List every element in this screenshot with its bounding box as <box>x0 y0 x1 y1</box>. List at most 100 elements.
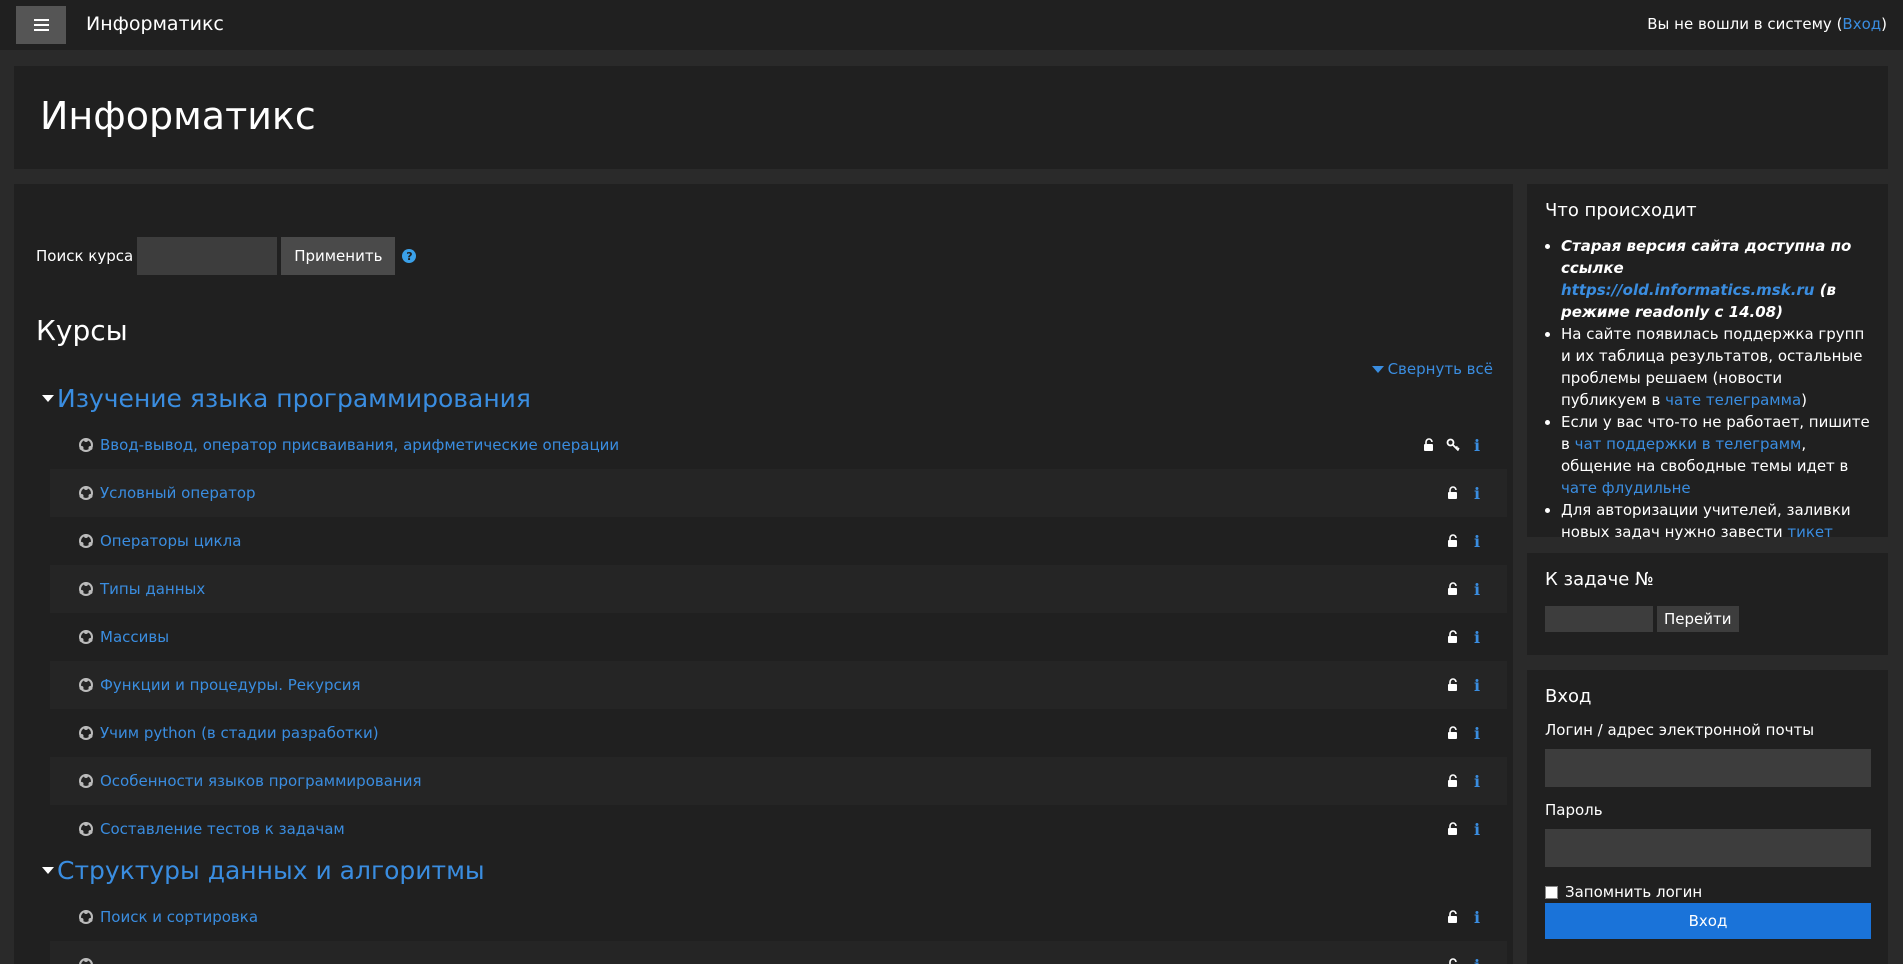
collapse-all-link[interactable]: Свернуть всё <box>1371 360 1493 378</box>
course-search-input[interactable] <box>137 237 278 275</box>
unlock-icon <box>1445 581 1461 597</box>
unlock-icon <box>1445 773 1461 789</box>
course-row: Поиск и сортировка i <box>50 893 1507 941</box>
news-item: Если у вас что-то не работает, пишите в … <box>1561 411 1870 499</box>
login-status-prefix: Вы не вошли в систему ( <box>1647 15 1843 33</box>
navbar-login-link[interactable]: Вход <box>1842 15 1881 33</box>
goto-problem-block: К задаче № Перейти <box>1527 553 1888 655</box>
support-chat-link[interactable]: чат поддержки в телеграмм <box>1575 435 1802 453</box>
login-title: Вход <box>1545 686 1592 707</box>
key-icon <box>1445 437 1461 453</box>
course-link[interactable]: Учим python (в стадии разработки) <box>100 724 1437 742</box>
course-row: Операторы цикла i <box>50 517 1507 565</box>
page-title: Информатикс <box>40 94 316 138</box>
course-link[interactable]: Условный оператор <box>100 484 1437 502</box>
course-access-icons: i <box>1413 436 1485 455</box>
course-icon <box>79 534 93 548</box>
problem-number-input[interactable] <box>1545 606 1653 632</box>
unlock-icon <box>1445 957 1461 964</box>
apply-search-button[interactable]: Применить <box>281 237 396 275</box>
info-icon[interactable]: i <box>1469 820 1485 839</box>
news-list: Старая версия сайта доступна по ссылке h… <box>1545 235 1870 543</box>
hamburger-icon <box>33 19 49 31</box>
remember-login: Запомнить логин <box>1545 883 1870 901</box>
collapse-all-label: Свернуть всё <box>1387 360 1493 378</box>
goto-title: К задаче № <box>1545 569 1654 590</box>
category-header[interactable]: Структуры данных и алгоритмы <box>36 856 485 885</box>
course-link[interactable]: Особенности языков программирования <box>100 772 1437 790</box>
course-icon <box>79 958 93 964</box>
course-access-icons: i <box>1437 956 1485 964</box>
login-status-suffix: ) <box>1881 15 1887 33</box>
caret-down-icon[interactable] <box>42 395 54 402</box>
unlock-icon <box>1445 677 1461 693</box>
info-icon[interactable]: i <box>1469 580 1485 599</box>
course-link[interactable]: Ввод-вывод, оператор присваивания, арифм… <box>100 436 1413 454</box>
info-icon[interactable]: i <box>1469 724 1485 743</box>
info-icon[interactable]: i <box>1469 676 1485 695</box>
info-icon[interactable]: i <box>1469 772 1485 791</box>
category-link[interactable]: Структуры данных и алгоритмы <box>57 856 485 885</box>
flood-chat-link[interactable]: чате флудильне <box>1561 479 1691 497</box>
site-brand[interactable]: Информатикс <box>86 13 224 35</box>
course-link[interactable]: Типы данных <box>100 580 1437 598</box>
course-access-icons: i <box>1437 908 1485 927</box>
course-access-icons: i <box>1437 820 1485 839</box>
course-link[interactable]: Поиск и сортировка <box>100 908 1437 926</box>
course-icon <box>79 910 93 924</box>
course-icon <box>79 486 93 500</box>
unlock-icon <box>1445 821 1461 837</box>
ticket-link[interactable]: тикет <box>1787 523 1833 541</box>
news-item: Старая версия сайта доступна по ссылке h… <box>1561 235 1870 323</box>
course-row: Массивы i <box>50 613 1507 661</box>
news-item: Для авторизации учителей, заливки новых … <box>1561 499 1870 543</box>
username-field[interactable] <box>1545 749 1871 787</box>
login-submit-button[interactable]: Вход <box>1545 903 1871 939</box>
unlock-icon <box>1445 909 1461 925</box>
unlock-icon <box>1445 725 1461 741</box>
course-icon <box>79 582 93 596</box>
course-link[interactable]: Массивы <box>100 628 1437 646</box>
username-label: Логин / адрес электронной почты <box>1545 721 1815 739</box>
info-icon[interactable]: i <box>1469 628 1485 647</box>
info-icon[interactable]: i <box>1469 908 1485 927</box>
info-icon[interactable]: i <box>1469 436 1485 455</box>
news-item-text: Старая версия сайта доступна по ссылке <box>1561 237 1852 277</box>
caret-down-icon[interactable] <box>42 867 54 874</box>
remember-checkbox[interactable] <box>1545 885 1558 899</box>
hamburger-menu-button[interactable] <box>16 6 66 44</box>
course-link[interactable]: Функции и процедуры. Рекурсия <box>100 676 1437 694</box>
news-item: На сайте появилась поддержка групп и их … <box>1561 323 1870 411</box>
unlock-icon <box>1445 533 1461 549</box>
category-link[interactable]: Изучение языка программирования <box>57 384 531 413</box>
login-status: Вы не вошли в систему (Вход) <box>1647 15 1887 33</box>
course-row: Учим python (в стадии разработки) i <box>50 709 1507 757</box>
page-header: Информатикс <box>14 66 1888 169</box>
course-access-icons: i <box>1437 724 1485 743</box>
news-item-text: ) <box>1801 391 1807 409</box>
caret-down-icon <box>1371 365 1384 373</box>
course-link[interactable]: Операторы цикла <box>100 532 1437 550</box>
course-row: Типы данных i <box>50 565 1507 613</box>
question-circle-icon[interactable]: ? <box>402 249 417 263</box>
old-site-link[interactable]: https://old.informatics.msk.ru <box>1561 281 1814 299</box>
course-row: Составление тестов к задачам i <box>50 805 1507 853</box>
course-access-icons: i <box>1437 580 1485 599</box>
login-block: Вход Логин / адрес электронной почты Пар… <box>1527 670 1888 964</box>
goto-button[interactable]: Перейти <box>1657 606 1739 632</box>
course-icon <box>79 822 93 836</box>
info-icon[interactable]: i <box>1469 532 1485 551</box>
password-label: Пароль <box>1545 801 1603 819</box>
info-icon[interactable]: i <box>1469 484 1485 503</box>
category-header[interactable]: Изучение языка программирования <box>36 384 531 413</box>
courses-heading: Курсы <box>36 314 128 347</box>
course-row: Функции и процедуры. Рекурсия i <box>50 661 1507 709</box>
course-link[interactable]: Составление тестов к задачам <box>100 820 1437 838</box>
course-icon <box>79 774 93 788</box>
course-access-icons: i <box>1437 676 1485 695</box>
telegram-chat-link[interactable]: чате телеграмма <box>1665 391 1801 409</box>
password-field[interactable] <box>1545 829 1871 867</box>
course-row: Условный оператор i <box>50 469 1507 517</box>
course-row: Особенности языков программирования i <box>50 757 1507 805</box>
info-icon[interactable]: i <box>1469 956 1485 964</box>
